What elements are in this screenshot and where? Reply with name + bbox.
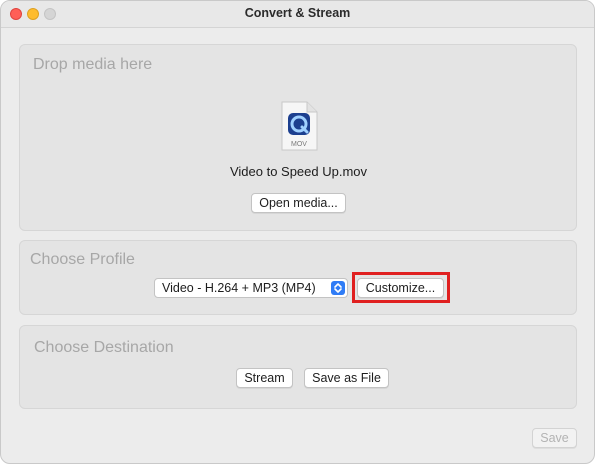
- stream-button[interactable]: Stream: [236, 368, 293, 388]
- file-type-label: MOV: [291, 141, 307, 148]
- profile-select-value: Video - H.264 + MP3 (MP4): [162, 281, 316, 295]
- choose-profile-title: Choose Profile: [30, 251, 135, 268]
- choose-destination-panel: Choose Destination: [19, 325, 577, 409]
- drop-media-title: Drop media here: [33, 56, 153, 73]
- save-button[interactable]: Save: [532, 428, 577, 448]
- file-name-label: Video to Speed Up.mov: [229, 164, 368, 179]
- window-title: Convert & Stream: [244, 6, 351, 20]
- profile-select[interactable]: Video - H.264 + MP3 (MP4): [154, 278, 348, 298]
- customize-highlight-box: [352, 272, 450, 303]
- choose-destination-title: Choose Destination: [34, 339, 174, 356]
- mov-file-icon: MOV: [280, 101, 318, 151]
- select-arrows-icon: [331, 281, 345, 295]
- save-as-file-button[interactable]: Save as File: [304, 368, 389, 388]
- title-bar: Convert & Stream: [1, 1, 594, 28]
- convert-stream-window: Convert & Stream Drop media here MOV Vid…: [0, 0, 595, 464]
- open-media-button[interactable]: Open media...: [251, 193, 346, 213]
